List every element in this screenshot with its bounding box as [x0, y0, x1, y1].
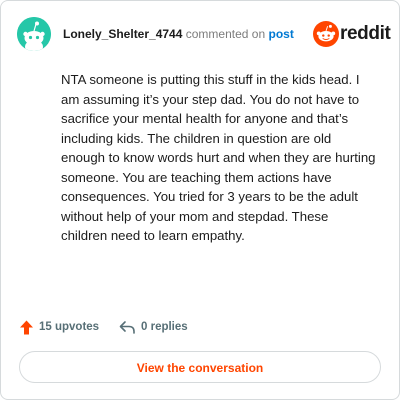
commented-on-text: commented on	[185, 27, 266, 41]
replies-count: 0 replies	[141, 321, 188, 333]
reply-arrow-icon	[119, 321, 135, 334]
reddit-wordmark: reddit	[340, 23, 391, 44]
upvote-arrow-icon	[20, 320, 33, 335]
comment-body: NTA someone is putting this stuff in the…	[61, 72, 376, 243]
reddit-logo-icon	[313, 21, 339, 47]
username[interactable]: Lonely_Shelter_4744	[63, 27, 182, 41]
comment-header: Lonely_Shelter_4744 commented on post re…	[17, 17, 391, 51]
comment-meta: Lonely_Shelter_4744 commented on post	[63, 26, 294, 42]
post-link[interactable]: post	[268, 27, 293, 41]
snoo-avatar-icon[interactable]	[17, 17, 51, 51]
comment-actions: 15 upvotes 0 replies	[19, 318, 379, 338]
comment-card: Lonely_Shelter_4744 commented on post re…	[0, 0, 400, 400]
view-conversation-button[interactable]: View the conversation	[19, 351, 381, 383]
upvote-count: 15 upvotes	[39, 321, 100, 333]
